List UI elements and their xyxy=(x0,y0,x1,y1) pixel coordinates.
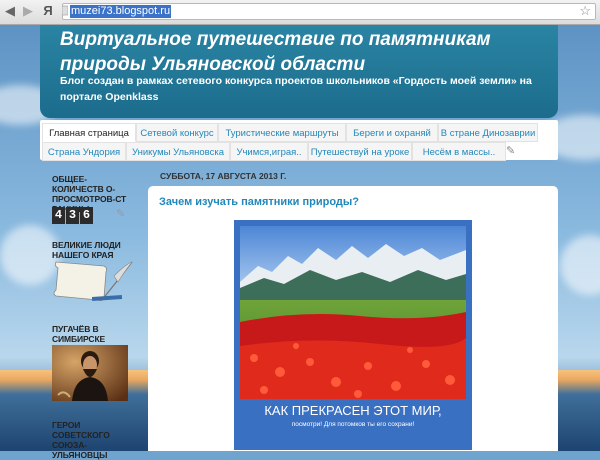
back-icon[interactable]: ◀ xyxy=(2,3,18,19)
landscape-photo xyxy=(240,226,466,399)
poster-caption: КАК ПРЕКРАСЕН ЭТОТ МИР, xyxy=(264,403,442,418)
pugachev-portrait-image[interactable] xyxy=(52,345,128,401)
page-view-counter: 436 xyxy=(52,205,94,224)
tab-bring-masses[interactable]: Несём в массы.. xyxy=(412,142,506,161)
url-text[interactable]: muzei73.blogspot.ru xyxy=(70,5,172,18)
forward-icon[interactable]: ▶ xyxy=(20,3,36,19)
widget-title-great-people: ВЕЛИКИЕ ЛЮДИ НАШЕГО КРАЯ xyxy=(52,240,121,260)
browser-toolbar: ◀ ▶ Я muzei73.blogspot.ru ☆ xyxy=(0,0,600,25)
bookmark-star-icon[interactable]: ☆ xyxy=(579,3,591,19)
tab-unique[interactable]: Уникумы Ульяновска xyxy=(126,142,230,161)
yandex-menu-icon[interactable]: Я xyxy=(40,3,56,19)
pages-tabs: Главная страница Сетевой конкурс Туристи… xyxy=(40,120,558,161)
post-title-link[interactable]: Зачем изучать памятники природы? xyxy=(159,196,359,208)
counter-digit: 6 xyxy=(80,207,93,224)
main-content: СУББОТА, 17 АВГУСТА 2013 Г. Зачем изучат… xyxy=(148,165,558,451)
tab-tourist-routes[interactable]: Туристические маршруты xyxy=(218,123,346,142)
edit-tool-icon[interactable]: ✎ xyxy=(506,144,515,157)
tab-dinosaurs[interactable]: В стране Динозаврии xyxy=(438,123,538,142)
tab-travel-lesson[interactable]: Путешествуй на уроке xyxy=(308,142,412,161)
post-poster[interactable]: КАК ПРЕКРАСЕН ЭТОТ МИР, посмотри! Для по… xyxy=(234,220,472,450)
page-icon xyxy=(62,5,68,16)
counter-digit: 3 xyxy=(66,207,79,224)
blog-description: Блог создан в рамках сетевого конкурса п… xyxy=(60,75,532,103)
tab-protect[interactable]: Береги и охраняй xyxy=(346,123,438,142)
widget-title-pugachev: ПУГАЧЁВ В СИМБИРСКЕ xyxy=(52,324,106,344)
tab-network-contest[interactable]: Сетевой конкурс xyxy=(136,123,218,142)
scroll-quill-image[interactable] xyxy=(52,260,136,304)
address-bar[interactable]: muzei73.blogspot.ru ☆ xyxy=(62,3,596,20)
post-card: Зачем изучать памятники природы? КАК ПРЕ… xyxy=(148,186,558,451)
tab-home[interactable]: Главная страница xyxy=(42,123,136,142)
counter-digit: 4 xyxy=(52,207,65,224)
poster-subcaption: посмотри! Для потомков ты его сохрани! xyxy=(291,421,415,428)
post-date: СУББОТА, 17 АВГУСТА 2013 Г. xyxy=(160,171,287,181)
edit-tool-icon[interactable]: ✎ xyxy=(116,207,125,220)
blog-title[interactable]: Виртуальное путешествие по памятникам пр… xyxy=(60,27,530,77)
widget-title-heroes: ГЕРОИ СОВЕТСКОГО СОЮЗА-УЛЬЯНОВЦЫ xyxy=(52,420,110,460)
blog-header: Виртуальное путешествие по памятникам пр… xyxy=(40,25,558,118)
sidebar: ОБЩЕЕ-КОЛИЧЕСТВ О-ПРОСМОТРОВ-СТ РАНИЦЫ 4… xyxy=(40,165,138,460)
tab-learn-play[interactable]: Учимся,играя.. xyxy=(230,142,308,161)
tab-undoria[interactable]: Страна Ундория xyxy=(42,142,126,161)
